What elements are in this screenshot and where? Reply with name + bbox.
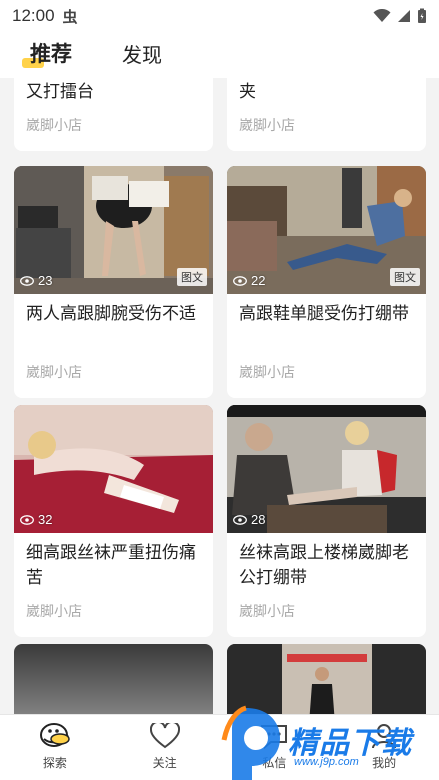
view-count: 28 bbox=[233, 512, 265, 527]
profile-icon bbox=[370, 721, 398, 751]
feed-card[interactable] bbox=[14, 644, 213, 714]
top-tabs: 推荐 发现 bbox=[0, 32, 439, 78]
card-thumbnail: 28 bbox=[227, 405, 426, 533]
status-icons bbox=[373, 8, 427, 24]
card-thumbnail: 32 bbox=[14, 405, 213, 533]
view-count: 22 bbox=[233, 273, 265, 288]
card-title: 高跟鞋单腿受伤打绷带 bbox=[239, 304, 409, 324]
card-title: 细高跟丝袜严重扭伤痛苦 bbox=[26, 543, 196, 588]
nav-label: 探索 bbox=[42, 756, 67, 770]
nav-follow[interactable]: 关注 bbox=[110, 715, 220, 780]
explore-icon bbox=[38, 721, 72, 751]
notification-icon: 虫 bbox=[62, 7, 78, 26]
eye-icon bbox=[233, 275, 247, 286]
eye-icon bbox=[233, 514, 247, 525]
card-title-cut bbox=[14, 78, 213, 80]
eye-icon bbox=[20, 275, 34, 286]
view-count-value: 32 bbox=[38, 512, 53, 527]
card-title: 又打擂台 bbox=[26, 82, 94, 102]
tab-label: 推荐 bbox=[30, 42, 72, 66]
card-shop: 崴脚小店 bbox=[239, 365, 295, 381]
status-time: 12:00 bbox=[12, 6, 55, 25]
type-badge: 图文 bbox=[390, 268, 420, 286]
type-badge: 图文 bbox=[177, 268, 207, 286]
nav-label: 关注 bbox=[152, 756, 177, 770]
nav-label: 私信 bbox=[262, 756, 287, 770]
card-title: 夹 bbox=[239, 82, 256, 102]
signal-icon bbox=[398, 10, 410, 22]
feed-card[interactable]: 23 图文 两人高跟脚腕受伤不适 崴脚小店 bbox=[14, 166, 213, 398]
card-shop: 崴脚小店 bbox=[26, 118, 82, 134]
card-shop: 崴脚小店 bbox=[239, 118, 295, 134]
card-thumbnail: 23 图文 bbox=[14, 166, 213, 294]
tab-discover[interactable]: 发现 bbox=[122, 39, 162, 78]
status-bar: 12:00 虫 bbox=[0, 0, 439, 32]
bottom-nav: 探索 关注 私信 我的 bbox=[0, 714, 439, 780]
card-shop: 崴脚小店 bbox=[26, 365, 82, 381]
wifi-icon bbox=[373, 9, 391, 22]
nav-profile[interactable]: 我的 bbox=[329, 715, 439, 780]
view-count: 32 bbox=[20, 512, 52, 527]
message-icon bbox=[259, 721, 289, 751]
feed-card[interactable]: 28 丝袜高跟上楼梯崴脚老公打绷带 崴脚小店 bbox=[227, 405, 426, 637]
nav-messages[interactable]: 私信 bbox=[220, 715, 330, 780]
view-count-value: 22 bbox=[251, 273, 266, 288]
nav-label: 我的 bbox=[372, 756, 397, 770]
tab-recommend[interactable]: 推荐 bbox=[22, 38, 72, 78]
feed-card[interactable]: 22 图文 高跟鞋单腿受伤打绷带 崴脚小店 bbox=[227, 166, 426, 398]
feed-card[interactable]: 又打擂台 崴脚小店 bbox=[14, 78, 213, 151]
view-count-value: 28 bbox=[251, 512, 266, 527]
card-thumbnail bbox=[14, 644, 213, 714]
nav-explore[interactable]: 探索 bbox=[0, 715, 110, 780]
card-title: 丝袜高跟上楼梯崴脚老公打绷带 bbox=[239, 543, 409, 588]
view-count-value: 23 bbox=[38, 273, 53, 288]
card-shop: 崴脚小店 bbox=[239, 604, 295, 620]
tab-label: 发现 bbox=[122, 43, 162, 67]
card-thumbnail bbox=[227, 644, 426, 714]
view-count: 23 bbox=[20, 273, 52, 288]
feed-card[interactable]: 夹 崴脚小店 bbox=[227, 78, 426, 151]
card-shop: 崴脚小店 bbox=[26, 604, 82, 620]
card-title: 两人高跟脚腕受伤不适 bbox=[26, 304, 196, 324]
feed[interactable]: 又打擂台 崴脚小店 夹 崴脚小店 23 图文 两人高跟脚腕受伤不适 崴脚小店 2… bbox=[0, 78, 439, 714]
heart-icon bbox=[149, 721, 180, 751]
feed-card[interactable]: 32 细高跟丝袜严重扭伤痛苦 崴脚小店 bbox=[14, 405, 213, 637]
battery-icon bbox=[418, 8, 426, 23]
feed-card[interactable] bbox=[227, 644, 426, 714]
eye-icon bbox=[20, 514, 34, 525]
card-thumbnail: 22 图文 bbox=[227, 166, 426, 294]
